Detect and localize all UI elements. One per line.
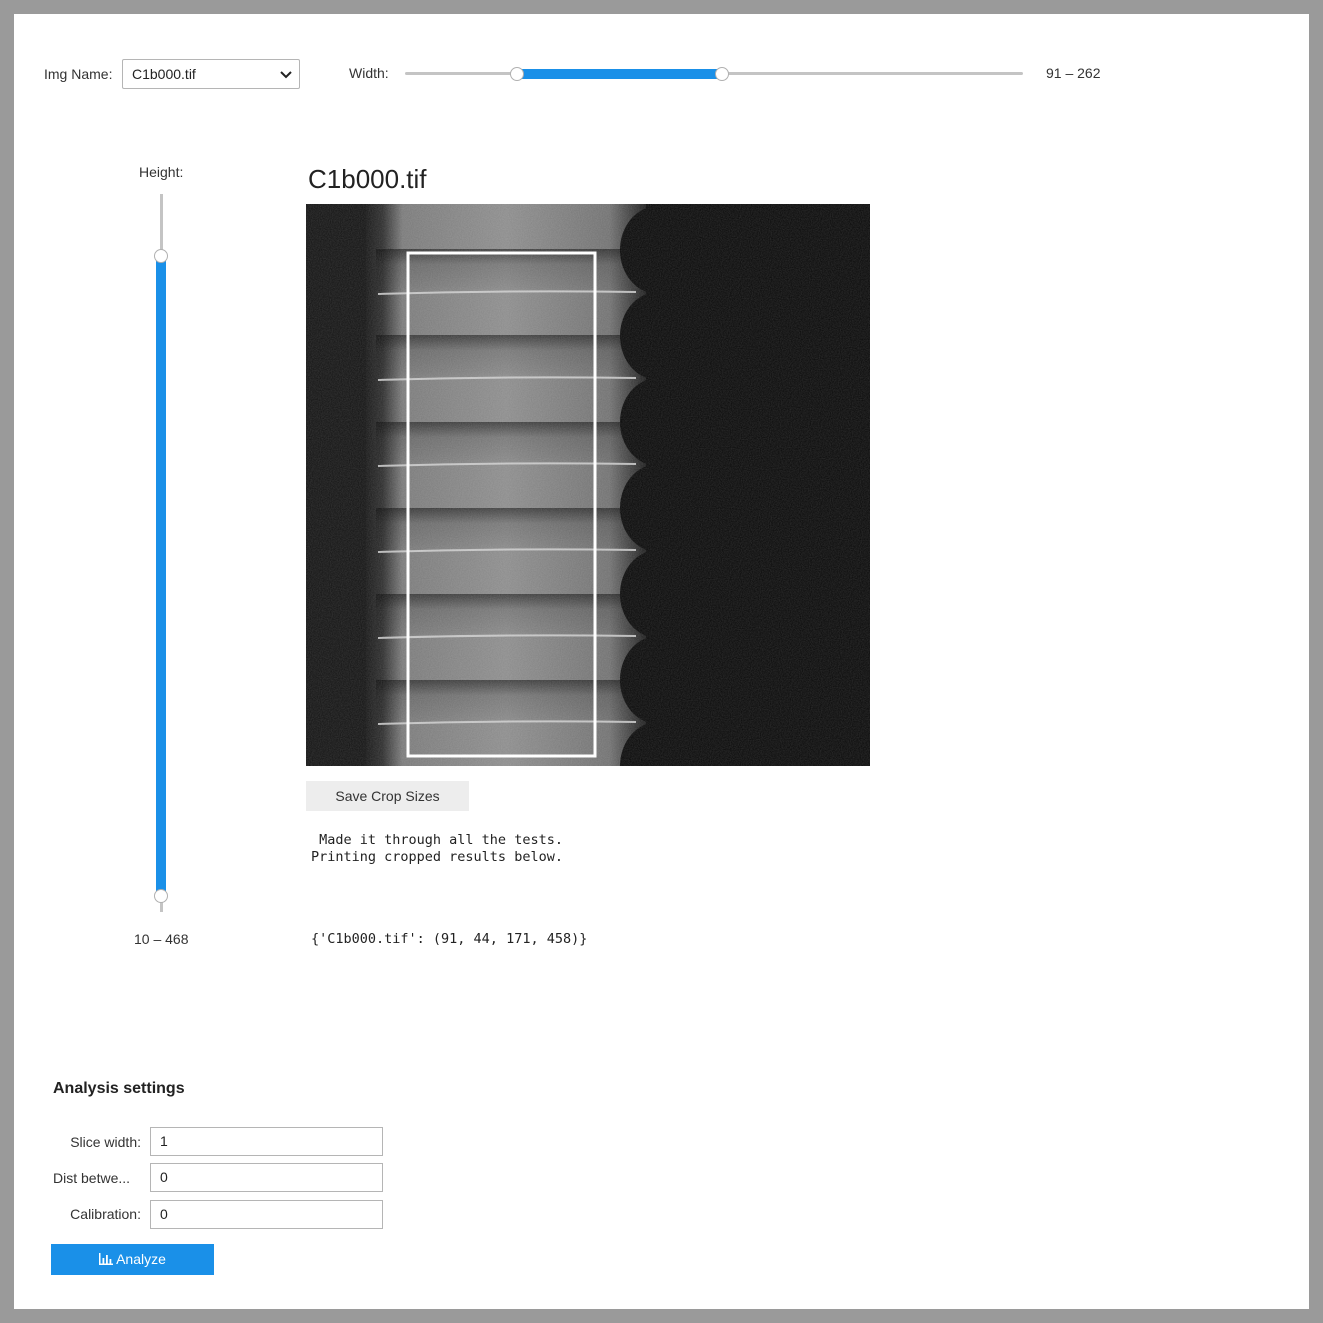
height-slider-fill xyxy=(156,256,166,896)
height-label: Height: xyxy=(139,164,184,180)
slice-width-input[interactable]: 1 xyxy=(150,1127,383,1156)
slice-width-label: Slice width: xyxy=(70,1134,141,1150)
height-slider-min-handle[interactable] xyxy=(154,889,168,903)
distance-between-input[interactable]: 0 xyxy=(150,1163,383,1192)
chevron-down-icon xyxy=(280,71,292,79)
width-slider-max-handle[interactable] xyxy=(715,67,729,81)
img-name-label: Img Name: xyxy=(44,66,113,82)
save-crop-sizes-button[interactable]: Save Crop Sizes xyxy=(306,781,469,811)
output-result: {'C1b000.tif': (91, 44, 171, 458)} xyxy=(311,931,588,947)
img-name-value: C1b000.tif xyxy=(132,66,196,82)
width-range-value: 91 – 262 xyxy=(1046,65,1101,81)
image-canvas xyxy=(306,204,870,766)
analyze-button[interactable]: Analyze xyxy=(51,1244,214,1275)
height-range-value: 10 – 468 xyxy=(134,931,189,947)
analysis-settings-title: Analysis settings xyxy=(53,1080,185,1097)
width-slider-min-handle[interactable] xyxy=(510,67,524,81)
img-name-select[interactable]: C1b000.tif xyxy=(122,59,300,89)
distance-between-label: Dist betwe... xyxy=(53,1170,131,1186)
analyze-button-label: Analyze xyxy=(116,1251,166,1267)
calibration-input[interactable]: 0 xyxy=(150,1200,383,1229)
calibration-label: Calibration: xyxy=(70,1206,141,1222)
microscopy-image xyxy=(306,204,870,766)
image-title: C1b000.tif xyxy=(308,164,427,194)
width-slider-fill xyxy=(517,69,722,79)
bar-chart-icon xyxy=(99,1253,114,1265)
output-message: Made it through all the tests. Printing … xyxy=(311,832,563,865)
height-slider-max-handle[interactable] xyxy=(154,249,168,263)
width-label: Width: xyxy=(349,65,389,81)
